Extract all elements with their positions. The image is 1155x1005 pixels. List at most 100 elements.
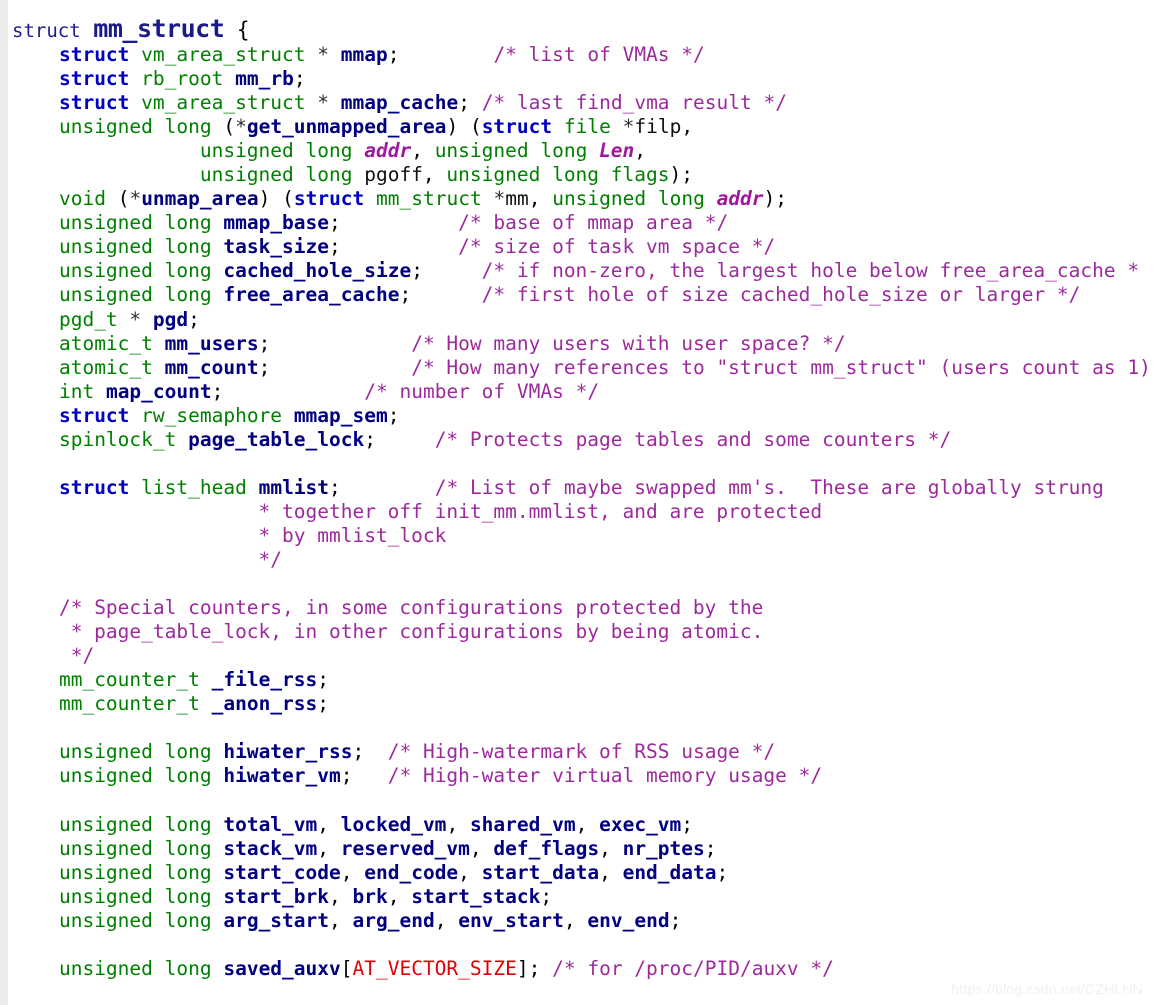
token-comment: * together off init_mm.mmlist, and are p… (258, 499, 823, 523)
token-ws (212, 211, 224, 234)
token-ws (329, 91, 341, 114)
token-type: mm_counter_t (58, 668, 200, 692)
source-code-listing[interactable]: struct mm_struct { struct vm_area_struct… (0, 13, 1155, 1005)
token-ws (12, 885, 59, 908)
token-ws (12, 861, 59, 884)
token-ident: mmap_base (223, 211, 330, 235)
token-ws (352, 163, 364, 186)
token-ws (12, 404, 59, 427)
token-type: unsigned long (58, 836, 212, 860)
token-comment: /* size of task vm space */ (458, 235, 776, 259)
token-ws (12, 668, 59, 691)
code-line: unsigned long start_code, end_code, star… (12, 861, 1155, 885)
token-ident: unmap_area (141, 187, 259, 211)
token-comment: /* number of VMAs */ (364, 379, 600, 403)
token-ws (611, 861, 623, 884)
token-punct: , (446, 812, 459, 836)
token-punct: ) (258, 187, 271, 211)
token-punct: , (599, 836, 611, 860)
token-ws (129, 404, 141, 427)
token-punct: , (634, 139, 647, 163)
token-kw: struct (58, 475, 130, 499)
token-punct: , (340, 860, 353, 884)
token-type: atomic_t (58, 331, 153, 355)
token-punct: ) (763, 187, 776, 211)
token-ident: mm_rb (235, 67, 294, 91)
token-ident: saved_auxv (223, 956, 341, 980)
token-comment: /* List of maybe swapped mm's. These are… (434, 475, 1104, 499)
token-punct: ( (223, 115, 236, 139)
token-punct: ; (775, 187, 788, 211)
token-ws (341, 211, 458, 234)
token-ws (12, 356, 59, 379)
code-line: struct rb_root mm_rb; (12, 67, 1155, 91)
token-ws (576, 909, 588, 932)
token-ws (364, 187, 376, 210)
token-ws (247, 476, 259, 499)
token-ident: end_data (622, 860, 717, 884)
token-ws (153, 332, 165, 355)
token-ws (376, 428, 435, 451)
token-op: * (622, 115, 635, 139)
token-punct: , (387, 884, 400, 908)
token-punct: ; (317, 692, 330, 716)
token-punct: ) (446, 115, 459, 139)
token-ws (200, 668, 212, 691)
token-type: unsigned long (552, 187, 705, 211)
code-line: mm_counter_t _file_rss; (12, 668, 1155, 692)
token-ws (129, 67, 141, 90)
token-type: unsigned long (434, 139, 588, 163)
token-comment: */ (70, 644, 95, 668)
token-ws (540, 957, 552, 980)
token-ws (12, 644, 71, 667)
token-ws (12, 139, 200, 162)
token-kw: struct (58, 43, 130, 66)
token-ident: cached_hole_size (223, 259, 412, 283)
token-comment: /* last find_vma result */ (481, 91, 787, 115)
code-line: */ (12, 548, 1155, 572)
token-ident: end_code (364, 860, 459, 884)
token-ws (94, 380, 106, 403)
token-ws (552, 115, 564, 138)
token-ws (353, 861, 365, 884)
token-type: unsigned long (58, 235, 212, 259)
token-ws (470, 91, 482, 114)
token-comment: /* Special counters, in some configurati… (58, 596, 764, 620)
token-ident: start_data (481, 860, 600, 884)
token-punct: , (469, 836, 482, 860)
token-ws (129, 476, 141, 499)
token-ws (12, 837, 59, 860)
token-type: unsigned long (58, 908, 212, 932)
token-ws (282, 404, 294, 427)
token-ws (12, 67, 59, 90)
token-ident: hiwater_vm (223, 764, 341, 788)
token-punct: ; (669, 908, 682, 932)
token-punct: ; (716, 860, 729, 884)
token-punct: , (681, 115, 694, 139)
token-ws (212, 115, 224, 138)
token-ws (12, 259, 59, 282)
token-ws (587, 813, 599, 836)
token-ws (12, 524, 259, 547)
token-ws (611, 837, 623, 860)
token-comment: * by mmlist_lock (258, 523, 447, 547)
token-ws (176, 428, 188, 451)
token-comment: /* High-watermark of RSS usage */ (387, 740, 776, 764)
token-plain: mm (505, 187, 529, 211)
token-op: * (317, 43, 330, 66)
token-punct: ] (516, 956, 529, 980)
token-ident: nr_ptes (622, 836, 705, 860)
token-ws (306, 91, 318, 114)
token-ws (329, 813, 341, 836)
token-ws (400, 43, 494, 66)
token-ws (341, 476, 435, 499)
token-macro: AT_VECTOR_SIZE (352, 956, 517, 980)
token-ident: mm_users (164, 331, 259, 355)
code-line: unsigned long task_size; /* size of task… (12, 235, 1155, 259)
token-ws (212, 283, 224, 306)
code-line: int map_count; /* number of VMAs */ (12, 380, 1155, 404)
code-line: unsigned long saved_auxv[AT_VECTOR_SIZE]… (12, 957, 1155, 981)
token-plain: filp (634, 115, 682, 139)
